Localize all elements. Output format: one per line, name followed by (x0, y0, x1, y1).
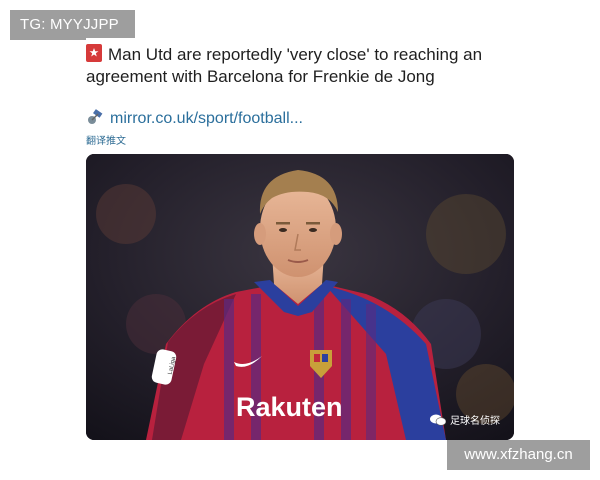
telegram-label: TG: MYYJJPP (10, 10, 135, 40)
tweet-link[interactable]: mirror.co.uk/sport/football... (86, 108, 303, 130)
player-illustration: LaLiga Rakuten (86, 154, 514, 440)
player-photo: LaLiga Rakuten (86, 154, 514, 440)
wechat-icon (430, 414, 446, 426)
tweet-text: Man Utd are reportedly 'very close' to r… (86, 44, 510, 88)
tweet-body: Man Utd are reportedly 'very close' to r… (86, 45, 483, 86)
link-text[interactable]: mirror.co.uk/sport/football... (110, 110, 303, 127)
photo-watermark: 足球名侦探 (430, 412, 500, 427)
website-label: www.xfzhang.cn (447, 440, 590, 470)
watermark-text: 足球名侦探 (450, 416, 500, 427)
jersey-sponsor: Rakuten (236, 392, 343, 422)
flag-icon (86, 44, 102, 62)
translate-tweet-link[interactable]: 翻译推文 (86, 132, 126, 147)
tweet-card[interactable]: Man Utd are reportedly 'very close' to r… (86, 38, 514, 154)
satellite-icon (88, 109, 103, 124)
